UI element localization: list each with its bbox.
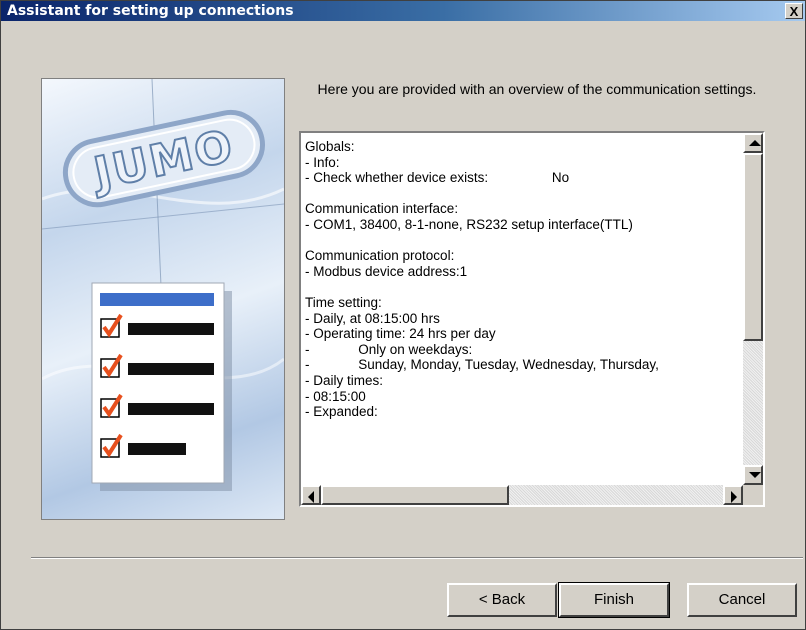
cancel-button[interactable]: Cancel [687,583,797,617]
overview-line: Globals: [305,139,355,154]
vertical-scrollbar[interactable] [743,133,763,485]
checklist-icon [91,282,232,491]
arrow-right-icon [731,491,737,503]
scroll-right-button[interactable] [723,485,743,505]
scrollbar-corner [743,485,763,505]
arrow-down-icon [749,472,761,478]
vertical-scroll-thumb[interactable] [743,153,763,341]
overview-line: Communication interface: [305,201,459,217]
overview-line [305,279,735,295]
scroll-left-button[interactable] [301,485,321,505]
title-bar[interactable]: Assistant for setting up connections X [1,1,805,21]
overview-line: - 08:15:00 [305,388,366,404]
overview-line: - Sunday, Monday, Tuesday, Wednesday, Th… [305,357,659,373]
overview-line: - Info: [305,154,340,170]
overview-line: Communication protocol: [305,248,455,264]
footer-separator [31,557,803,559]
back-button[interactable]: < Back [447,583,557,617]
overview-line: - Daily, at 08:15:00 hrs [305,310,440,326]
scroll-up-button[interactable] [743,133,763,153]
wizard-illustration: JUMO [41,78,285,520]
overview-line [305,186,735,202]
overview-line: Time setting: [305,294,382,310]
overview-line: - Expanded: [305,404,378,420]
overview-line: - Only on weekdays: [305,341,473,357]
overview-line: - Daily times: [305,372,384,388]
window-title: Assistant for setting up connections [7,3,294,19]
close-button[interactable]: X [785,3,803,19]
overview-line: - Modbus device address:1 [305,263,468,279]
arrow-up-icon [749,140,761,146]
scroll-down-button[interactable] [743,465,763,485]
intro-text: Here you are provided with an overview o… [317,81,757,97]
illustration-graphic: JUMO [42,79,284,491]
wizard-window: Assistant for setting up connections X J… [0,0,806,630]
horizontal-scroll-thumb[interactable] [321,485,509,505]
horizontal-scrollbar[interactable] [301,485,743,505]
overview-line: - Check whether device exists: No [305,170,570,186]
arrow-left-icon [308,491,314,503]
overview-line: - COM1, 38400, 8-1-none, RS232 setup int… [305,216,633,232]
settings-overview-list[interactable]: Globals: - Info: - Check whether device ex… [299,131,765,507]
overview-line: - Operating time: 24 hrs per day [305,326,496,342]
jumo-logo: JUMO [62,109,265,208]
overview-line [305,233,735,249]
close-icon: X [789,4,799,19]
overview-content: Globals: - Info: - Check whether device ex… [305,139,735,489]
finish-button[interactable]: Finish [558,582,670,618]
